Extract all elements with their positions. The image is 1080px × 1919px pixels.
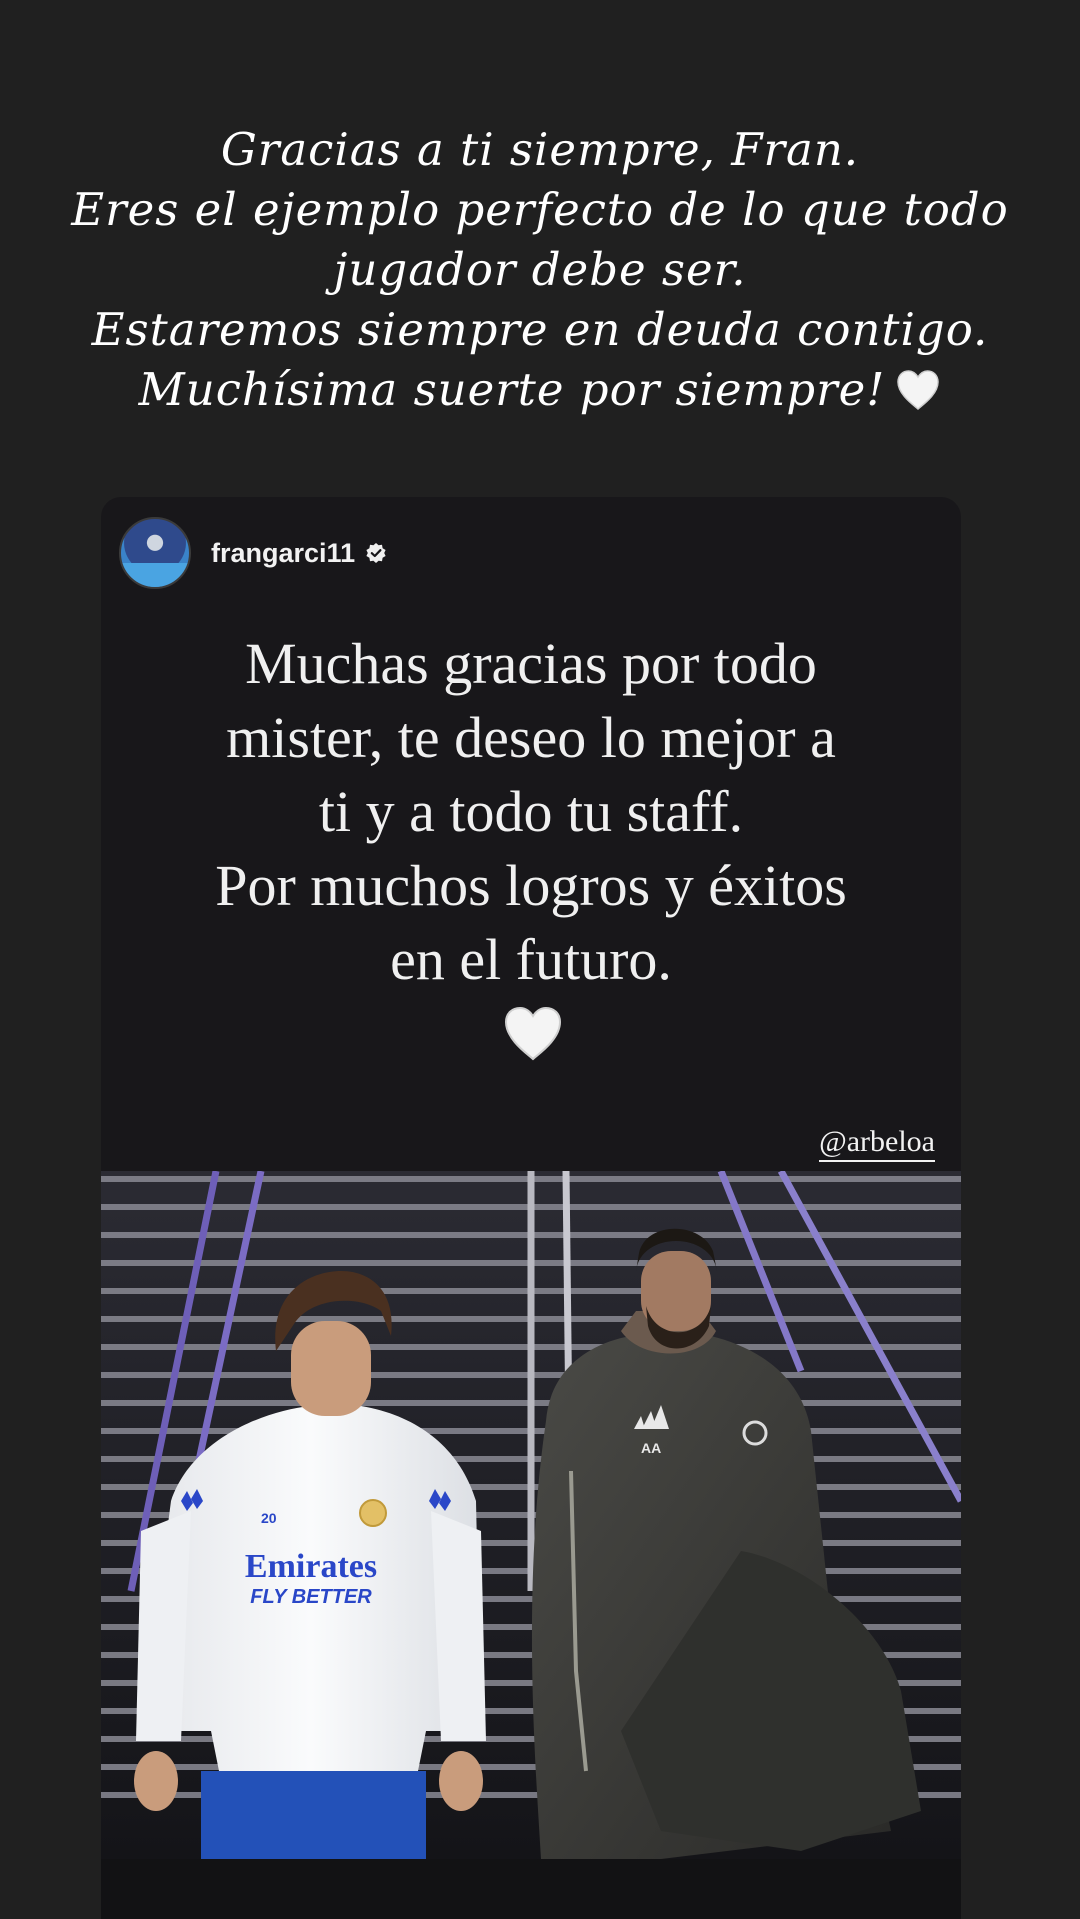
- caption-line: Muchísima suerte por siempre!: [138, 363, 886, 416]
- story-canvas: Gracias a ti siempre, Fran. Eres el ejem…: [0, 0, 1080, 1919]
- caption-line: Eres el ejemplo perfecto de lo que todo: [71, 183, 1009, 236]
- caption-line: Gracias a ti siempre, Fran.: [220, 123, 860, 176]
- caption-line: jugador debe ser.: [333, 243, 747, 296]
- white-heart-icon: [504, 1006, 562, 1061]
- white-heart-icon: [897, 370, 940, 411]
- post-text-line: ti y a todo tu staff.: [318, 779, 744, 844]
- shared-post-card[interactable]: frangarci11 Muchas gracias por todo mist…: [101, 497, 961, 1919]
- post-username[interactable]: frangarci11: [211, 538, 355, 569]
- caption-last-line: Muchísima suerte por siempre!: [40, 360, 1040, 420]
- post-text-line: mister, te deseo lo mejor a: [226, 705, 836, 770]
- caption-line: Estaremos siempre en deuda contigo.: [91, 303, 989, 356]
- post-photo[interactable]: AA 20 Emirates FLY BETTER: [101, 1171, 961, 1859]
- post-header[interactable]: frangarci11: [119, 517, 387, 589]
- post-text-line: en el futuro.: [390, 927, 672, 992]
- jacket-initials: AA: [641, 1440, 661, 1456]
- post-text-line: Muchas gracias por todo: [245, 631, 817, 696]
- mention-tag[interactable]: @arbeloa: [819, 1125, 935, 1162]
- shirt-sponsor: Emirates: [245, 1548, 377, 1585]
- avatar[interactable]: [119, 517, 191, 589]
- shirt-sponsor-tagline: FLY BETTER: [250, 1586, 372, 1608]
- verified-badge-icon: [366, 543, 386, 563]
- crest-icon: [359, 1499, 387, 1527]
- post-footer: [101, 1859, 961, 1919]
- story-caption: Gracias a ti siempre, Fran. Eres el ejem…: [40, 120, 1040, 420]
- post-message: Muchas gracias por todo mister, te deseo…: [101, 627, 961, 997]
- post-text-line: Por muchos logros y éxitos: [215, 853, 847, 918]
- shirt-number: 20: [261, 1510, 277, 1526]
